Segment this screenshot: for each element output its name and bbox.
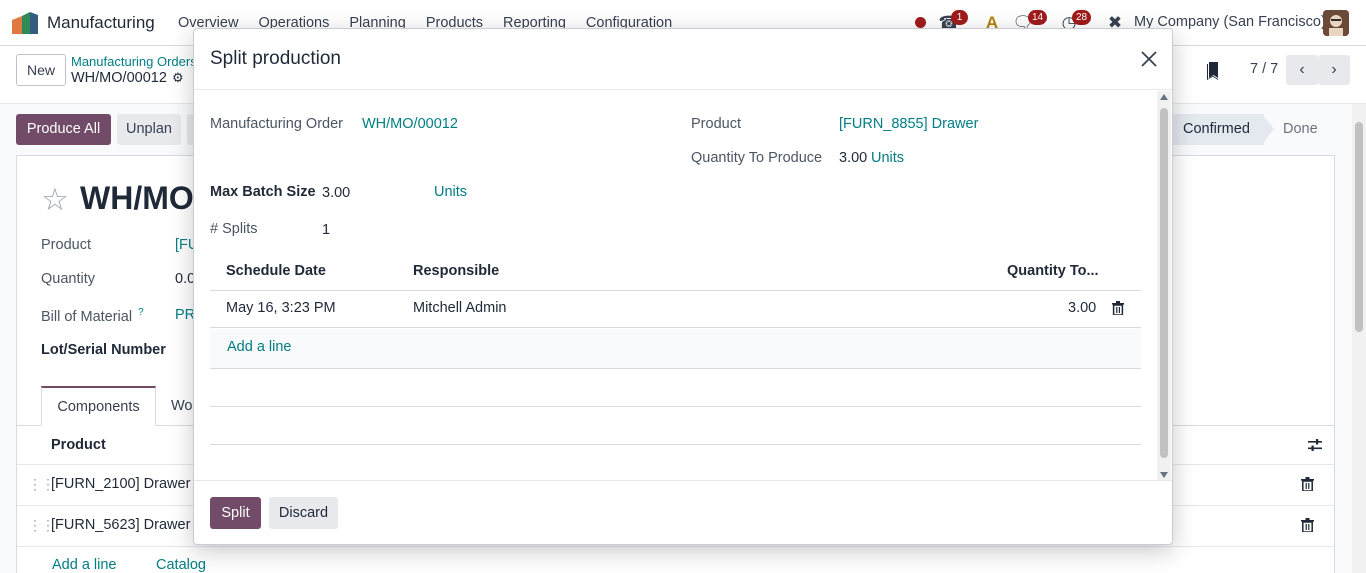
empty-row — [210, 407, 1141, 445]
col-responsible[interactable]: Responsible — [413, 263, 499, 279]
empty-row — [210, 369, 1141, 407]
split-button[interactable]: Split — [210, 497, 261, 529]
product-label: Product — [691, 116, 741, 132]
quantity-to-produce-label: Quantity To Produce — [691, 150, 823, 166]
delete-row-icon[interactable] — [1112, 301, 1124, 315]
close-icon[interactable] — [1139, 49, 1159, 69]
discard-button[interactable]: Discard — [269, 497, 338, 529]
dialog-title: Split production — [210, 48, 341, 69]
row-schedule-date[interactable]: May 16, 3:23 PM — [226, 300, 336, 316]
add-line-link[interactable]: Add a line — [227, 339, 292, 355]
col-schedule-date[interactable]: Schedule Date — [226, 263, 326, 279]
dialog-body: Manufacturing Order WH/MO/00012 Product … — [194, 90, 1172, 480]
dialog-scrollbar-thumb[interactable] — [1160, 108, 1168, 458]
quantity-to-produce-value: 3.00 — [839, 150, 868, 166]
row-quantity[interactable]: 3.00 — [1068, 300, 1096, 316]
mo-value-link[interactable]: WH/MO/00012 — [362, 116, 458, 132]
col-quantity[interactable]: Quantity To... — [1007, 263, 1099, 279]
dialog-footer: Split Discard — [194, 480, 1172, 545]
table-row[interactable]: May 16, 3:23 PM Mitchell Admin 3.00 — [210, 290, 1141, 328]
dialog-scrollbar[interactable] — [1157, 91, 1171, 481]
splits-value: 1 — [322, 222, 331, 238]
quantity-uom-link[interactable]: Units — [871, 150, 904, 166]
add-line-row: Add a line — [210, 329, 1141, 369]
batch-uom-link[interactable]: Units — [434, 184, 467, 200]
max-batch-size-input[interactable]: 3.00 — [322, 185, 350, 201]
mo-label: Manufacturing Order — [210, 116, 343, 132]
splits-label: # Splits — [210, 221, 258, 237]
dialog-header: Split production — [194, 29, 1172, 90]
max-batch-size-label: Max Batch Size — [210, 184, 316, 200]
split-production-dialog: Split production Manufacturing Order WH/… — [193, 28, 1173, 545]
scroll-up-icon[interactable] — [1160, 94, 1168, 100]
row-responsible[interactable]: Mitchell Admin — [413, 300, 506, 316]
split-table-header: Schedule Date Responsible Quantity To... — [210, 252, 1141, 291]
scroll-down-icon[interactable] — [1160, 472, 1168, 478]
product-value-link[interactable]: [FURN_8855] Drawer — [839, 116, 978, 132]
